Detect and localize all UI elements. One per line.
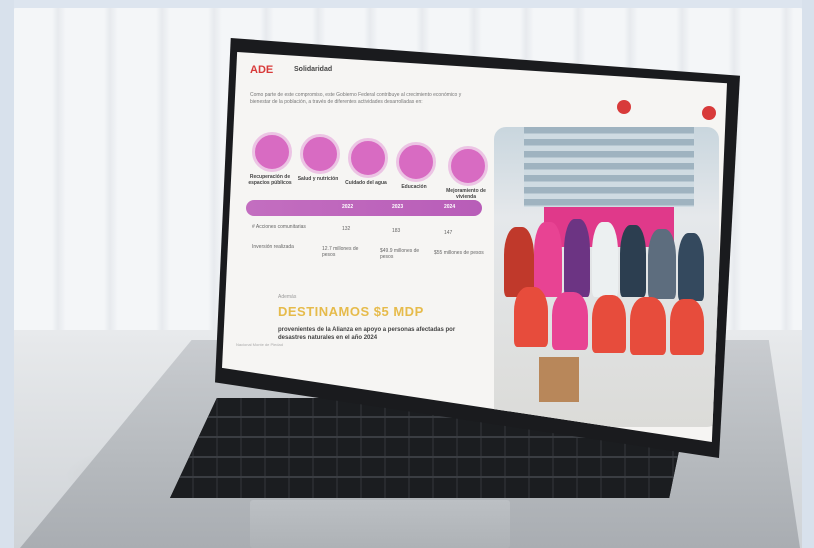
row-value: 147 (444, 230, 453, 236)
frame-top (0, 0, 814, 8)
person (552, 292, 588, 350)
row-value: 183 (392, 228, 401, 234)
row-value: 132 (342, 226, 351, 232)
headline: DESTINAMOS $5 MDP (278, 304, 424, 319)
education-icon (396, 142, 436, 182)
person (592, 222, 618, 297)
park-icon (252, 132, 292, 172)
person (678, 233, 704, 301)
person (630, 297, 666, 355)
icon-label: Salud y nutrición (297, 176, 339, 182)
icon-label: Mejoramiento de vivienda (446, 188, 486, 200)
building-image (524, 127, 694, 207)
row-label: # Acciones comunitarias (252, 224, 306, 230)
key-row (170, 456, 690, 458)
highlight-label: Además (278, 294, 297, 300)
person (514, 287, 548, 347)
icon-label: Educación (401, 184, 427, 190)
water-icon (348, 138, 388, 178)
year-label: 2024 (444, 204, 456, 210)
footer-text: Nacional Monte de Piedad (236, 342, 283, 347)
intro-paragraph: Como parte de este compromiso, este Gobi… (250, 92, 462, 105)
year-label: 2022 (342, 204, 354, 210)
person (564, 219, 590, 297)
house-icon (448, 146, 488, 186)
frame-left (0, 0, 14, 548)
person (592, 295, 626, 353)
nav-prev-icon[interactable] (617, 100, 631, 114)
partner-logo: Solidaridad (294, 66, 333, 73)
person (670, 299, 704, 355)
year-label: 2023 (392, 204, 404, 210)
key-row (170, 476, 690, 478)
brand-logo: ADE (250, 64, 274, 76)
icon-label: Cuidado del agua (345, 180, 387, 186)
frame-right (802, 0, 814, 548)
team-photo (494, 127, 719, 427)
laptop-trackpad (250, 500, 510, 548)
person (648, 229, 676, 299)
row-value: $55 millones de pesos (434, 250, 484, 256)
headline-subtext: provenientes de la Alianza en apoyo a pe… (278, 327, 456, 341)
row-value: 12.7 millones de pesos (322, 246, 359, 258)
health-icon (300, 134, 340, 174)
nav-next-icon[interactable] (702, 106, 716, 120)
supply-boxes (539, 357, 579, 402)
row-value: $49.9 millones de pesos (380, 248, 420, 260)
row-label: Inversión realizada (252, 244, 294, 250)
person (620, 225, 646, 297)
icon-label: Recuperación de espacios públicos (248, 174, 292, 186)
person (534, 222, 562, 297)
